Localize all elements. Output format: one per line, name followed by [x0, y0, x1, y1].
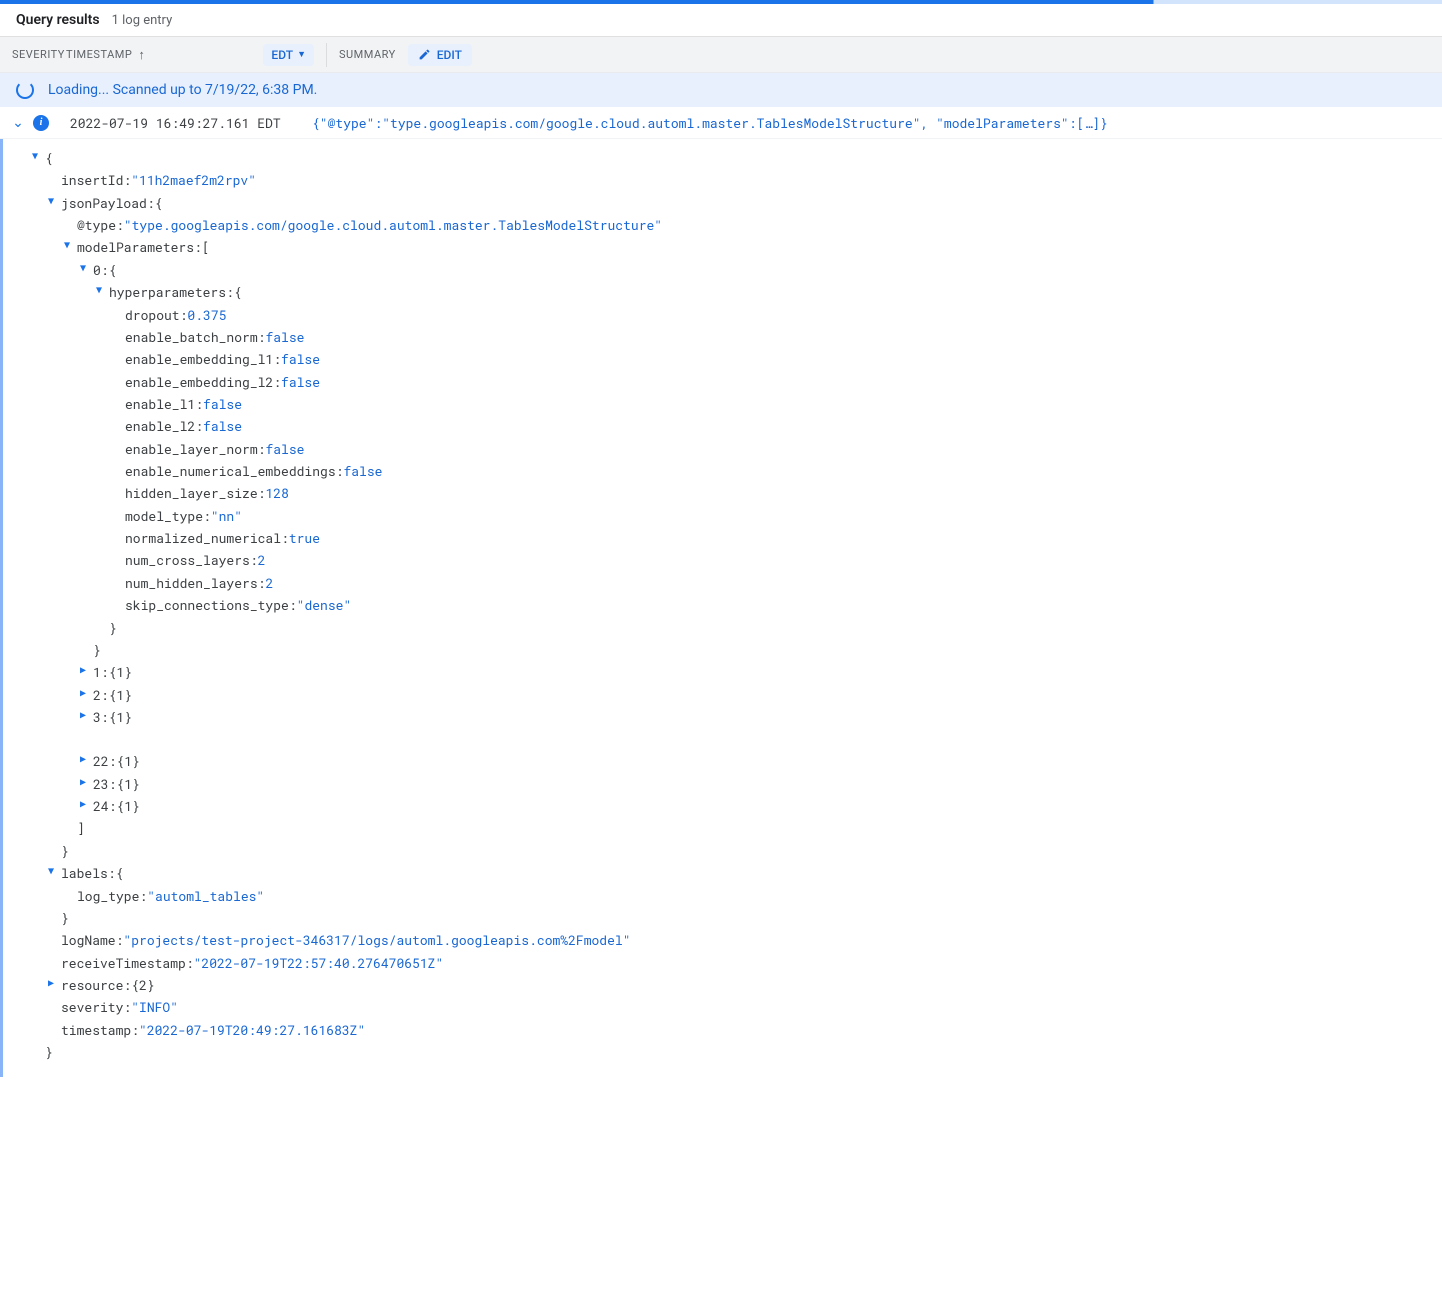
toggle-icon[interactable] [75, 661, 91, 678]
summary-header: SUMMARY [339, 48, 396, 61]
toggle-icon[interactable] [59, 236, 75, 253]
toggle-icon[interactable] [75, 684, 91, 701]
toggle-icon[interactable] [91, 281, 107, 298]
timestamp-header[interactable]: TIMESTAMP ↑ [66, 47, 145, 63]
toggle-icon[interactable] [43, 192, 59, 209]
toggle-icon[interactable] [75, 795, 91, 812]
toggle-icon[interactable] [75, 259, 91, 276]
loading-bar: Loading... Scanned up to 7/19/22, 6:38 P… [0, 73, 1442, 107]
expand-row-icon[interactable]: ⌄ [8, 115, 28, 131]
spinner-icon [16, 81, 34, 99]
chevron-down-icon: ▼ [297, 49, 306, 60]
entry-count: 1 log entry [112, 13, 173, 28]
toggle-icon[interactable] [43, 974, 59, 991]
row-summary: {"@type":"type.googleapis.com/google.clo… [312, 114, 1108, 132]
json-tree-cont: 22: {1} 23: {1} 24: {1} ] } labels: { lo… [0, 742, 1442, 1077]
log-row[interactable]: ⌄ i 2022-07-19 16:49:27.161 EDT {"@type"… [0, 107, 1442, 139]
column-header-bar: SEVERITY TIMESTAMP ↑ EDT ▼ SUMMARY EDIT [0, 37, 1442, 73]
insertId-value[interactable]: "11h2maef2m2rpv" [131, 169, 256, 191]
panel-title: Query results [16, 12, 100, 28]
sort-asc-icon: ↑ [138, 47, 145, 63]
severity-header[interactable]: SEVERITY [8, 48, 66, 61]
loading-text: Loading... Scanned up to 7/19/22, 6:38 P… [48, 82, 317, 98]
toggle-icon[interactable] [43, 862, 59, 879]
title-bar: Query results 1 log entry [0, 4, 1442, 37]
toggle-icon[interactable] [27, 147, 43, 164]
timezone-selector[interactable]: EDT ▼ [263, 44, 314, 66]
json-tree: { insertId: "11h2maef2m2rpv" jsonPayload… [0, 139, 1442, 742]
pencil-icon [418, 48, 431, 61]
toggle-icon[interactable] [75, 706, 91, 723]
toggle-icon[interactable] [75, 750, 91, 767]
row-timestamp: 2022-07-19 16:49:27.161 EDT [54, 114, 312, 132]
edit-button[interactable]: EDIT [408, 44, 472, 66]
severity-info-icon: i [33, 115, 49, 131]
toggle-icon[interactable] [75, 773, 91, 790]
divider [326, 43, 327, 67]
type-value[interactable]: "type.googleapis.com/google.cloud.automl… [124, 214, 662, 236]
